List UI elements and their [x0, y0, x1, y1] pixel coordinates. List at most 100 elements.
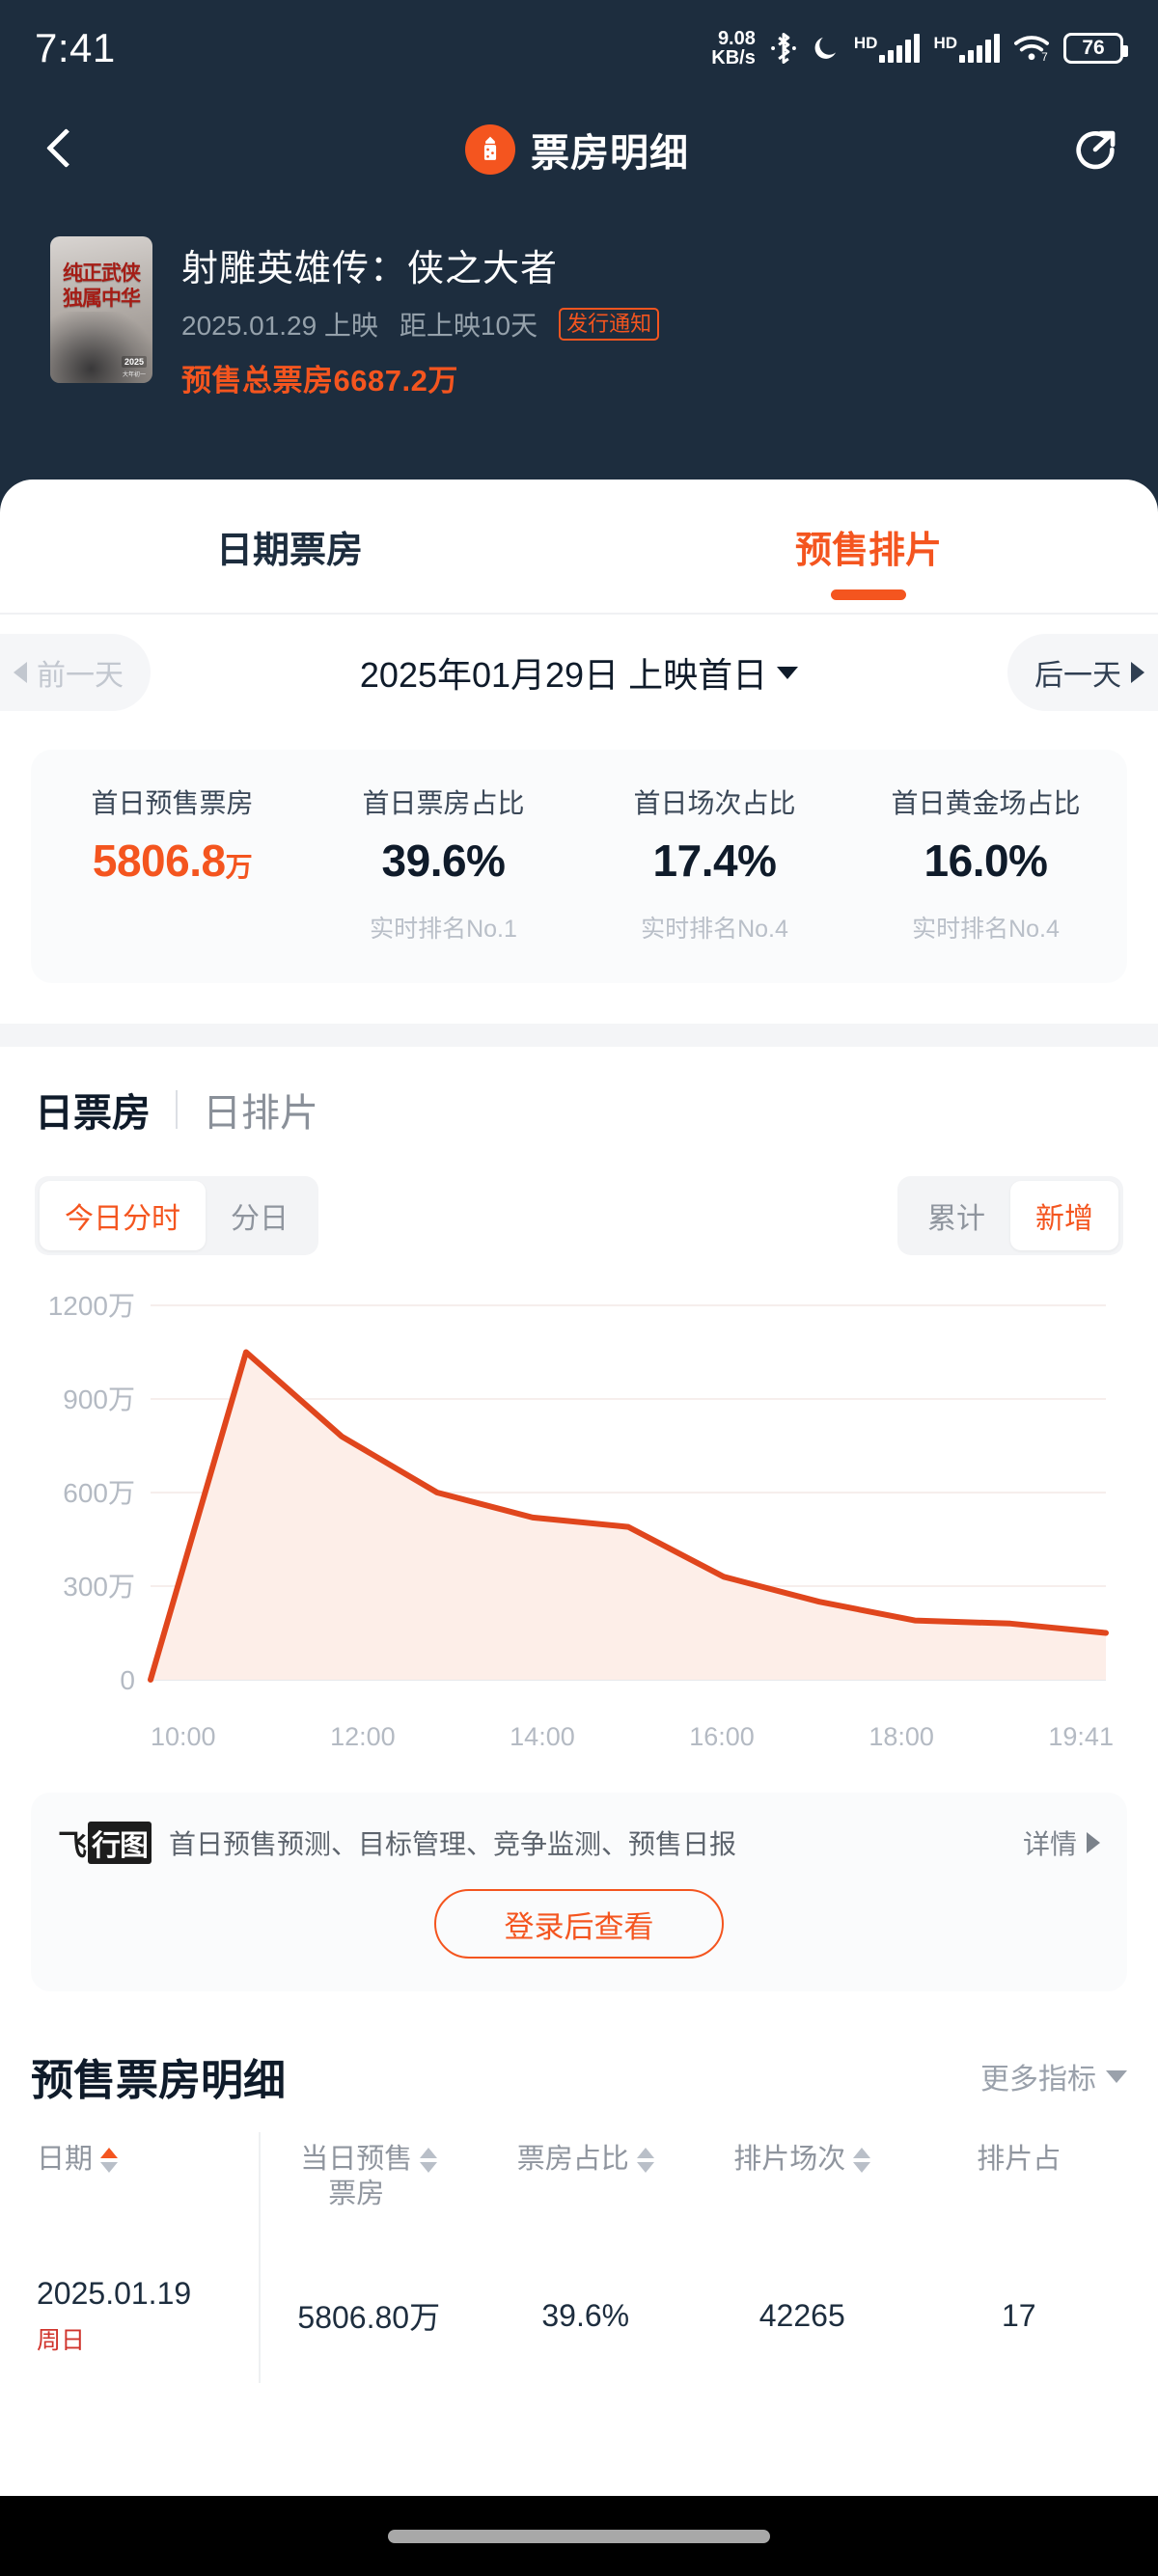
chevron-down-icon — [1106, 2069, 1127, 2083]
segment-cumulative[interactable]: 累计 — [902, 1181, 1010, 1250]
more-metrics-button[interactable]: 更多指标 — [980, 2055, 1127, 2097]
stats-section: 首日预售票房 5806.8万 首日票房占比 39.6% 实时排名No.1 首日场… — [0, 730, 1158, 983]
cell-weekday: 周日 — [37, 2326, 86, 2354]
main-tabs: 日期票房 预售排片 — [0, 480, 1158, 615]
column-label: 日期 — [37, 2144, 94, 2175]
next-day-button[interactable]: 后一天 — [1007, 634, 1158, 711]
chart-section: 日票房 日排片 今日分时 分日 累计 新增 0 300万 600万 900万 1… — [0, 1047, 1158, 1752]
stat-value: 17.4% — [652, 836, 777, 886]
svg-text:600万: 600万 — [63, 1478, 135, 1508]
next-day-label: 后一天 — [1034, 660, 1121, 692]
svg-text:7: 7 — [1041, 51, 1048, 63]
feixingtu-logo-icon: 飞行图 — [58, 1822, 152, 1864]
table-row: 2025.01.19 周日 — [31, 2248, 259, 2383]
system-navigation-bar — [0, 2496, 1158, 2576]
bluetooth-icon — [769, 32, 798, 65]
stat-prime-session-share: 首日黄金场占比 16.0% 实时排名No.4 — [850, 782, 1121, 945]
tab-date-boxoffice[interactable]: 日期票房 — [0, 480, 579, 613]
tab-active-underline — [831, 589, 906, 600]
svg-text:0: 0 — [120, 1665, 135, 1695]
share-icon[interactable] — [1071, 125, 1119, 174]
stat-label: 首日预售票房 — [91, 788, 254, 818]
nav-title-group: 票房明细 — [83, 122, 1071, 178]
stat-label: 首日场次占比 — [633, 788, 796, 818]
presale-total: 预售总票房6687.2万 — [181, 364, 458, 397]
table-header-cell[interactable]: 日期 — [31, 2132, 259, 2248]
movie-info: 纯正武侠 独属中华 2025 大年初一 射雕英雄传：侠之大者 2025.01.2… — [0, 236, 1158, 399]
chart-svg: 0 300万 600万 900万 1200万 — [48, 1291, 1109, 1695]
stat-boxoffice-share: 首日票房占比 39.6% 实时排名No.1 — [308, 782, 579, 945]
countdown-text: 距上映10天 — [399, 311, 538, 341]
movie-poster[interactable]: 纯正武侠 独属中华 2025 大年初一 — [50, 236, 152, 383]
network-speed-value: 9.08 — [717, 28, 756, 49]
tab-label: 日期票房 — [215, 530, 363, 571]
promo-banner[interactable]: 飞行图 首日预售预测、目标管理、竞争监测、预售日报 详情 登录后查看 — [31, 1793, 1127, 1991]
date-selector[interactable]: 2025年01月29日 上映首日 — [360, 647, 799, 698]
stat-value: 5806.8万 — [37, 835, 308, 887]
chart-x-axis-labels: 10:00 12:00 14:00 16:00 18:00 19:41 — [151, 1713, 1114, 1752]
cell-presale: 5806.80万 — [297, 2300, 441, 2335]
column-label: 排片占 — [977, 2144, 1062, 2175]
prev-day-label: 前一天 — [37, 660, 124, 692]
page-title: 票房明细 — [531, 132, 689, 175]
poster-tagline: 大年初一 — [122, 372, 146, 378]
segment-today-hourly[interactable]: 今日分时 — [40, 1181, 206, 1250]
cell-date: 2025.01.19 — [37, 2275, 192, 2311]
tab-presale-schedule[interactable]: 预售排片 — [579, 480, 1158, 613]
tab-label: 预售排片 — [794, 530, 942, 571]
stat-rank: 实时排名No.1 — [370, 916, 517, 943]
content-sheet: 日期票房 预售排片 前一天 2025年01月29日 上映首日 后一天 首日预售票… — [0, 480, 1158, 2496]
chevron-down-icon — [777, 666, 799, 679]
promo-detail-label: 详情 — [1022, 1829, 1077, 1859]
chevron-right-icon — [1131, 662, 1144, 683]
chart-x-tick: 10:00 — [151, 1722, 216, 1751]
chart-heading-daily-schedule[interactable]: 日排片 — [203, 1082, 318, 1137]
sort-arrows-icon[interactable] — [420, 2148, 438, 2173]
cell-sessions: 42265 — [758, 2297, 845, 2333]
table-header-cell[interactable]: 票房占比 — [478, 2132, 695, 2248]
stats-card: 首日预售票房 5806.8万 首日票房占比 39.6% 实时排名No.1 首日场… — [31, 750, 1127, 983]
segment-incremental[interactable]: 新增 — [1010, 1181, 1118, 1250]
sort-arrows-icon[interactable] — [636, 2148, 654, 2173]
release-notice-badge[interactable]: 发行通知 — [559, 307, 660, 342]
table-column-date: 日期 2025.01.19 周日 — [31, 2132, 261, 2383]
table-header-cell[interactable]: 排片场次 — [694, 2132, 911, 2248]
movie-details: 射雕英雄传：侠之大者 2025.01.29 上映 距上映10天 发行通知 预售总… — [181, 236, 1108, 399]
date-navigator: 前一天 2025年01月29日 上映首日 后一天 — [0, 615, 1158, 730]
more-metrics-label: 更多指标 — [980, 2064, 1096, 2096]
stat-rank: 实时排名No.4 — [912, 916, 1060, 943]
release-date: 2025.01.29 上映 — [181, 311, 378, 341]
table-header-row: 预售票房明细 更多指标 — [31, 2024, 1127, 2132]
table-scroll-columns[interactable]: 当日预售 票房 5806.80万 票房占比 39.6% 排片场次 42265 排… — [261, 2132, 1127, 2383]
table-header-cell[interactable]: 排片占 — [911, 2132, 1128, 2248]
back-icon[interactable] — [39, 127, 83, 172]
stat-number: 5806.8 — [92, 836, 226, 886]
hd-signal-icon: HD — [854, 34, 921, 63]
sort-arrows-icon[interactable] — [100, 2148, 119, 2173]
stat-label: 首日票房占比 — [362, 788, 525, 818]
status-bar: 7:41 9.08 KB/s HD HD 7 76 — [0, 0, 1158, 96]
prev-day-button[interactable]: 前一天 — [0, 634, 151, 711]
promo-logo-fly: 飞 — [58, 1830, 87, 1862]
table-column-session-share: 排片占 17 — [911, 2132, 1128, 2383]
chart-y-axis-labels: 0 300万 600万 900万 1200万 — [48, 1291, 135, 1695]
wifi-icon: 7 — [1013, 34, 1050, 63]
svg-text:900万: 900万 — [63, 1384, 135, 1414]
table-header-cell[interactable]: 当日预售 票房 — [261, 2132, 478, 2248]
chart-area-fill — [151, 1352, 1106, 1680]
cell-share: 39.6% — [541, 2297, 630, 2333]
svg-text:1200万: 1200万 — [48, 1291, 135, 1321]
segment-by-day[interactable]: 分日 — [206, 1181, 314, 1250]
column-label: 当日预售 票房 — [300, 2144, 413, 2210]
chart-x-tick: 12:00 — [330, 1722, 396, 1751]
presale-table: 日期 2025.01.19 周日 当日预售 票房 5806.80万 票房占比 3… — [31, 2132, 1127, 2383]
app-root: 7:41 9.08 KB/s HD HD 7 76 票房明细 纯正武侠 独属中华… — [0, 0, 1158, 2576]
login-to-view-button[interactable]: 登录后查看 — [434, 1889, 724, 1959]
sort-arrows-icon[interactable] — [853, 2148, 871, 2173]
chart-x-tick: 16:00 — [689, 1722, 755, 1751]
home-indicator[interactable] — [388, 2529, 770, 2543]
stat-label: 首日黄金场占比 — [891, 788, 1081, 818]
promo-detail-link[interactable]: 详情 — [1023, 1823, 1100, 1862]
chart-heading-daily-boxoffice[interactable]: 日票房 — [35, 1082, 151, 1137]
network-speed-indicator: 9.08 KB/s — [711, 29, 756, 68]
